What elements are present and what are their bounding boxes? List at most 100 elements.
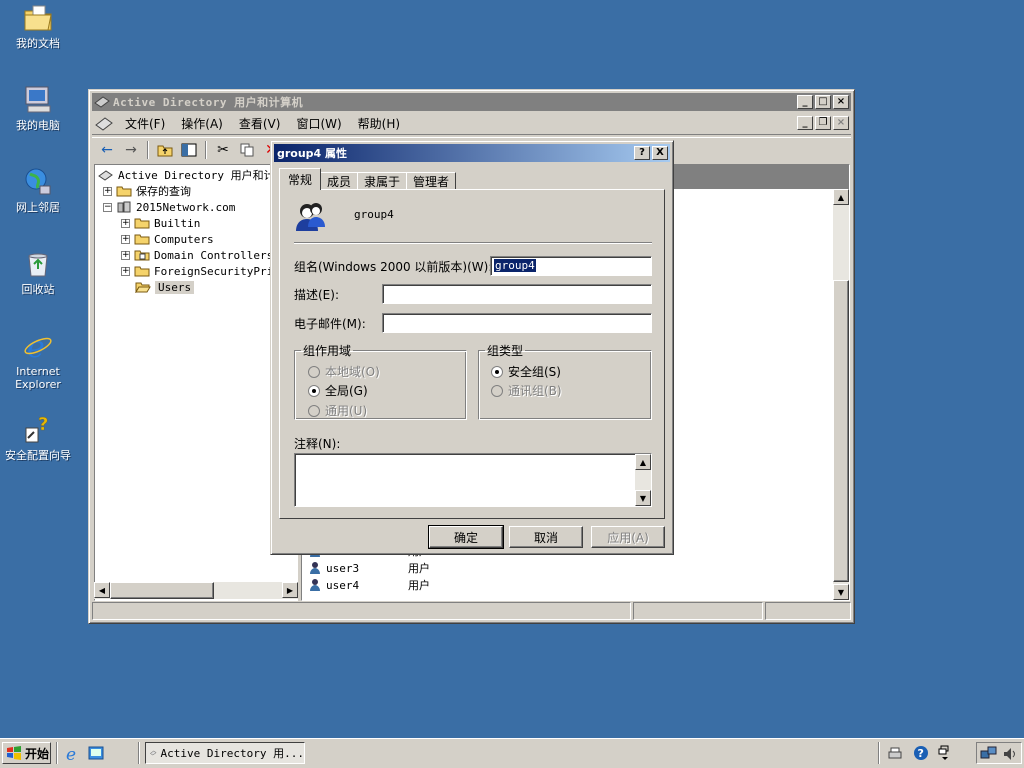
dialog-titlebar[interactable]: group4 属性 ? X [274, 144, 670, 162]
desktop-icon-label: 安全配置向导 [5, 449, 71, 462]
menu-window[interactable]: 窗口(W) [288, 115, 349, 132]
cut-icon[interactable]: ✂ [212, 140, 234, 160]
tree-item-label: 2015Network.com [136, 200, 236, 214]
expand-icon[interactable]: + [121, 234, 130, 244]
maximize-button[interactable]: □ [815, 95, 831, 109]
svg-text:e: e [66, 745, 76, 762]
tree-horizontal-scrollbar[interactable]: ◀ ▶ [94, 582, 298, 599]
volume-tray-icon[interactable] [1001, 745, 1019, 763]
computer-icon [22, 84, 54, 116]
child-restore-button[interactable]: ❐ [815, 116, 831, 130]
collapse-icon[interactable]: − [103, 202, 112, 212]
scroll-down-button[interactable]: ▼ [635, 490, 651, 506]
dialog-close-button[interactable]: X [652, 146, 668, 160]
tab-general[interactable]: 常规 [279, 168, 322, 190]
notes-label: 注释(N): [294, 437, 341, 451]
tab-members[interactable]: 成员 [320, 172, 359, 190]
apply-button[interactable]: 应用(A) [591, 526, 665, 548]
statusbar [92, 602, 851, 620]
tree-root[interactable]: Active Directory 用户和计算机 [98, 167, 297, 183]
details-vertical-scrollbar[interactable]: ▲ ▼ [833, 189, 849, 600]
security-wizard-icon: ? [22, 414, 54, 446]
email-input[interactable] [382, 313, 652, 333]
folder-documents-icon [22, 2, 54, 34]
back-icon[interactable]: ← [96, 140, 118, 160]
toolbar-separator [205, 140, 207, 159]
desktop-icon-internet-explorer[interactable]: e Internet Explorer [0, 330, 76, 391]
prewin2000-input[interactable]: group4 [490, 256, 652, 276]
scope-global-radio[interactable]: 全局(G) [308, 382, 368, 399]
menu-file[interactable]: 文件(F) [117, 115, 173, 132]
start-label: 开始 [25, 746, 50, 761]
window-titlebar[interactable]: Active Directory 用户和计算机 _ □ × [92, 93, 851, 111]
tab-managed-by[interactable]: 管理者 [406, 172, 457, 190]
tree-item-label: Users [155, 280, 195, 294]
expand-icon[interactable]: + [121, 218, 130, 228]
expand-icon[interactable]: + [121, 266, 130, 276]
copy-icon[interactable] [236, 140, 258, 160]
user-name: user3 [326, 561, 360, 575]
close-button[interactable]: × [833, 95, 849, 109]
ok-button[interactable]: 确定 [428, 525, 504, 549]
desktop-icon-network[interactable]: 网上邻居 [0, 166, 76, 214]
description-input[interactable] [382, 284, 652, 304]
window-title: Active Directory 用户和计算机 [113, 96, 304, 109]
expand-icon[interactable]: + [121, 250, 130, 260]
taskbar-item-ad-users[interactable]: Active Directory 用... [145, 742, 305, 764]
up-folder-icon[interactable] [154, 140, 176, 160]
scroll-down-button[interactable]: ▼ [833, 584, 849, 600]
tree-item-builtin[interactable]: + Builtin [121, 215, 200, 231]
desktop-icon-recycle-bin[interactable]: 回收站 [0, 248, 76, 296]
scroll-left-button[interactable]: ◀ [94, 582, 110, 598]
tree-item-domain[interactable]: − 2015Network.com [103, 199, 235, 215]
network-tray-icon[interactable] [980, 745, 998, 763]
notes-textarea[interactable]: ▲ ▼ [294, 453, 652, 507]
forward-icon[interactable]: → [120, 140, 142, 160]
tree-item-users[interactable]: Users [135, 279, 195, 295]
menu-view[interactable]: 查看(V) [231, 115, 289, 132]
scroll-right-button[interactable]: ▶ [282, 582, 298, 598]
menu-action[interactable]: 操作(A) [173, 115, 231, 132]
menu-help[interactable]: 帮助(H) [350, 115, 408, 132]
minimize-button[interactable]: _ [797, 95, 813, 109]
help-tray-icon[interactable]: ? [912, 744, 930, 762]
desktop-icon-my-computer[interactable]: 我的电脑 [0, 84, 76, 132]
start-button[interactable]: 开始 [2, 742, 51, 764]
console-icon[interactable] [95, 116, 113, 132]
scroll-thumb[interactable] [833, 280, 849, 582]
quicklaunch-ie-icon[interactable]: e [64, 744, 82, 762]
type-distribution-radio[interactable]: 通讯组(B) [491, 382, 562, 399]
restore-tray-icon[interactable] [936, 744, 954, 762]
quicklaunch-desktop-icon[interactable] [87, 744, 105, 762]
scroll-up-button[interactable]: ▲ [833, 189, 849, 205]
scroll-thumb[interactable] [110, 582, 214, 599]
folder-icon [134, 266, 150, 277]
tree-item-domain-controllers[interactable]: + Domain Controllers [121, 247, 273, 263]
tree-item-label: Builtin [154, 216, 201, 230]
scroll-up-button[interactable]: ▲ [635, 454, 651, 470]
printer-tray-icon[interactable] [886, 744, 904, 762]
desktop-icon-security-wizard[interactable]: ? 安全配置向导 [0, 414, 76, 462]
scope-universal-radio[interactable]: 通用(U) [308, 402, 367, 419]
desktop-icon-my-documents[interactable]: 我的文档 [0, 2, 76, 50]
list-item[interactable]: user4 用户 [308, 577, 430, 593]
desktop-icon-label: 回收站 [21, 283, 55, 296]
tree-item-saved-queries[interactable]: + 保存的查询 [103, 183, 191, 199]
scope-domain-local-radio[interactable]: 本地域(O) [308, 363, 380, 380]
help-button[interactable]: ? [634, 146, 650, 160]
child-minimize-button[interactable]: _ [797, 116, 813, 130]
type-security-radio[interactable]: 安全组(S) [491, 363, 561, 380]
list-item[interactable]: user3 用户 [308, 560, 430, 576]
expand-icon[interactable]: + [103, 186, 112, 196]
group-scope-legend: 组作用域 [303, 344, 352, 358]
show-hide-tree-icon[interactable] [178, 140, 200, 160]
tree-item-computers[interactable]: + Computers [121, 231, 214, 247]
cancel-button[interactable]: 取消 [509, 526, 583, 548]
general-tab-page: group4 组名(Windows 2000 以前版本)(W): group4 … [279, 189, 665, 519]
tab-member-of[interactable]: 隶属于 [357, 172, 408, 190]
notes-scroll-track[interactable] [635, 470, 651, 490]
child-close-button[interactable]: × [833, 116, 849, 130]
radio-icon [308, 365, 320, 378]
taskbar-separator [878, 742, 880, 764]
divider [294, 242, 652, 244]
